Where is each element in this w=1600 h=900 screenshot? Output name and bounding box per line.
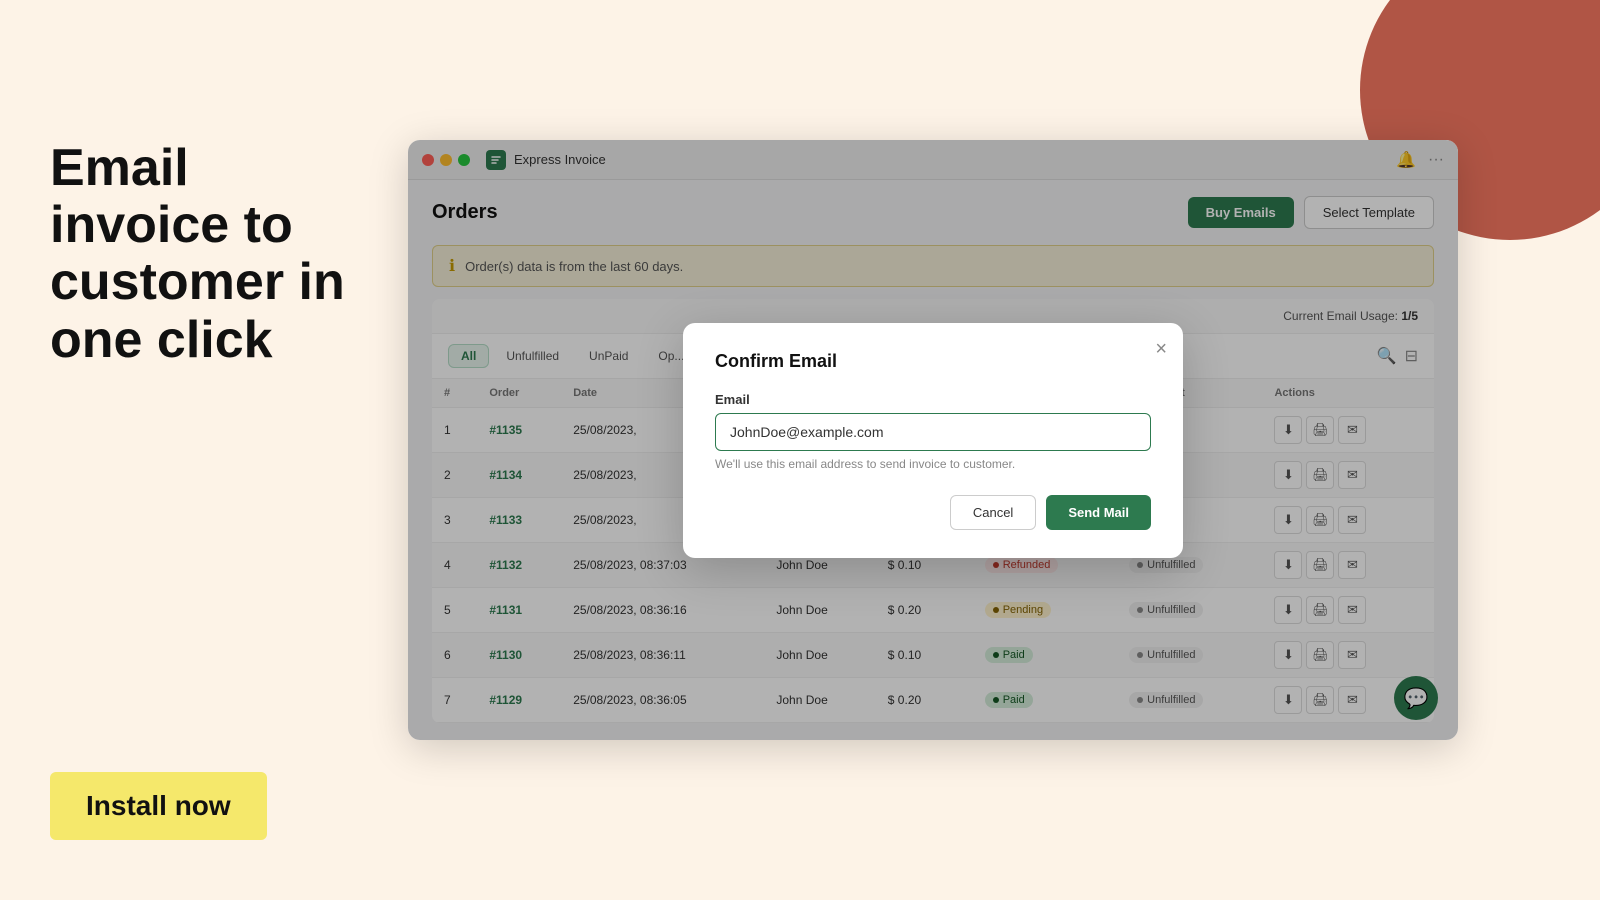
app-window: Express Invoice 🔔 ··· Orders Buy Emails … bbox=[408, 140, 1458, 740]
email-label: Email bbox=[715, 392, 1151, 407]
cancel-button[interactable]: Cancel bbox=[950, 495, 1036, 530]
install-button[interactable]: Install now bbox=[50, 772, 267, 840]
confirm-email-modal: × Confirm Email Email We'll use this ema… bbox=[683, 323, 1183, 558]
modal-actions: Cancel Send Mail bbox=[715, 495, 1151, 530]
modal-overlay[interactable]: × Confirm Email Email We'll use this ema… bbox=[408, 140, 1458, 740]
promo-headline: Email invoice to customer in one click bbox=[50, 140, 368, 369]
modal-title: Confirm Email bbox=[715, 351, 1151, 372]
promo-section: Email invoice to customer in one click I… bbox=[0, 0, 408, 900]
send-mail-button[interactable]: Send Mail bbox=[1046, 495, 1151, 530]
email-input[interactable] bbox=[715, 413, 1151, 451]
modal-hint: We'll use this email address to send inv… bbox=[715, 457, 1151, 471]
modal-close-button[interactable]: × bbox=[1155, 339, 1167, 359]
